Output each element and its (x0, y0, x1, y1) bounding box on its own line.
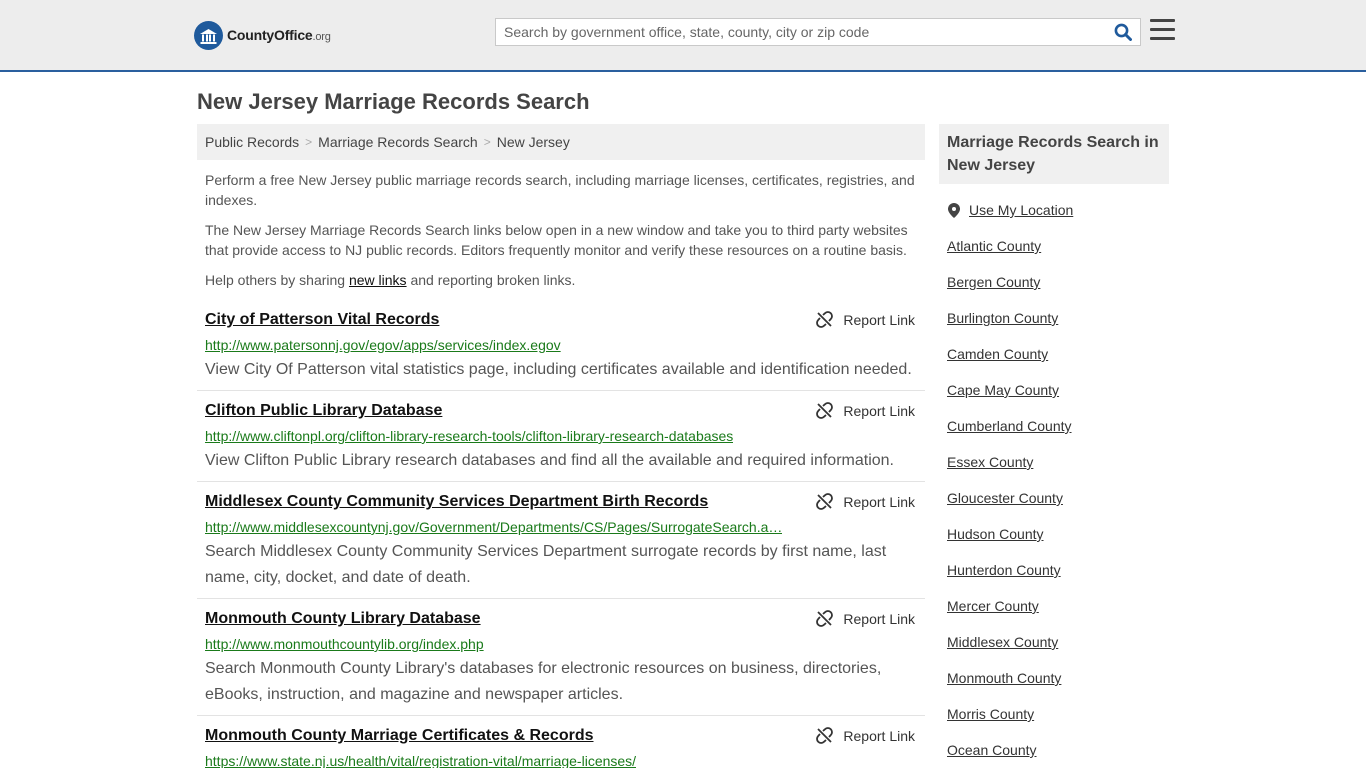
logo-tld: .org (312, 31, 331, 43)
listing-item: Monmouth County Library Database Report … (197, 610, 925, 716)
listing-item: City of Patterson Vital Records Report L… (197, 311, 925, 391)
search-bar (495, 18, 1141, 46)
report-link-label: Report Link (843, 493, 915, 510)
broken-link-icon (816, 311, 834, 328)
listing-title[interactable]: City of Patterson Vital Records (205, 311, 439, 329)
listing-description: Search Middlesex County Community Servic… (205, 543, 887, 586)
listing-title[interactable]: Monmouth County Library Database (205, 610, 481, 628)
logo-seal-icon (194, 20, 223, 50)
new-links-link[interactable]: new links (349, 272, 407, 288)
listing-item: Clifton Public Library Database Report L… (197, 402, 925, 482)
intro-paragraph-3: Help others by sharing new links and rep… (205, 272, 576, 288)
listing-url[interactable]: http://www.patersonnj.gov/egov/apps/serv… (205, 337, 561, 353)
sidebar-county-link[interactable]: Mercer County (947, 598, 1039, 614)
sidebar-county-link[interactable]: Hunterdon County (947, 562, 1061, 578)
sidebar-county-link[interactable]: Monmouth County (947, 670, 1061, 686)
report-link-label: Report Link (843, 727, 915, 744)
sidebar-county-link[interactable]: Atlantic County (947, 238, 1041, 254)
broken-link-icon (816, 402, 834, 419)
use-my-location: Use My Location (948, 202, 1073, 218)
report-link-button[interactable]: Report Link (816, 402, 915, 419)
sidebar-county-link[interactable]: Essex County (947, 454, 1033, 470)
listing-title[interactable]: Clifton Public Library Database (205, 402, 442, 420)
report-link-button[interactable]: Report Link (816, 727, 915, 744)
sidebar-county-link[interactable]: Camden County (947, 346, 1048, 362)
sidebar-county-link[interactable]: Gloucester County (947, 490, 1063, 506)
listing-title[interactable]: Monmouth County Marriage Certificates & … (205, 727, 594, 745)
search-button[interactable] (1106, 19, 1140, 45)
sidebar-county-link[interactable]: Cape May County (947, 382, 1059, 398)
listing-description: Search Monmouth County Library's databas… (205, 660, 882, 703)
breadcrumb-new-jersey[interactable]: New Jersey (497, 134, 570, 150)
breadcrumb: Public Records > Marriage Records Search… (197, 124, 925, 160)
sidebar-county-link[interactable]: Bergen County (947, 274, 1040, 290)
listing-url[interactable]: http://www.cliftonpl.org/clifton-library… (205, 428, 733, 444)
use-my-location-link[interactable]: Use My Location (969, 202, 1073, 218)
hamburger-menu-icon[interactable] (1150, 19, 1175, 41)
broken-link-icon (816, 493, 834, 510)
intro-paragraph-2: The New Jersey Marriage Records Search l… (205, 222, 908, 258)
sidebar-county-link[interactable]: Morris County (947, 706, 1034, 722)
location-pin-icon (948, 202, 960, 218)
page-title: New Jersey Marriage Records Search (197, 89, 590, 114)
listing-item: Monmouth County Marriage Certificates & … (197, 727, 925, 768)
breadcrumb-marriage-records[interactable]: Marriage Records Search (318, 134, 478, 150)
breadcrumb-separator-icon: > (305, 135, 313, 149)
intro-paragraph-1: Perform a free New Jersey public marriag… (205, 172, 915, 208)
sidebar-county-link[interactable]: Hudson County (947, 526, 1044, 542)
report-link-label: Report Link (843, 311, 915, 328)
listing-description: View Clifton Public Library research dat… (205, 452, 894, 469)
breadcrumb-public-records[interactable]: Public Records (205, 134, 299, 150)
site-logo[interactable]: CountyOffice.org (194, 20, 331, 50)
listing-description: View City Of Patterson vital statistics … (205, 361, 912, 378)
logo-name: CountyOffice (227, 27, 313, 43)
report-link-button[interactable]: Report Link (816, 610, 915, 627)
search-input[interactable] (496, 19, 1106, 45)
sidebar-county-link[interactable]: Ocean County (947, 742, 1037, 758)
broken-link-icon (816, 727, 834, 744)
breadcrumb-separator-icon: > (483, 135, 491, 149)
sidebar-county-link[interactable]: Cumberland County (947, 418, 1072, 434)
sidebar-heading: Marriage Records Search in New Jersey (939, 124, 1169, 184)
listing-url[interactable]: http://www.monmouthcountylib.org/index.p… (205, 636, 484, 652)
top-bar: CountyOffice.org (0, 0, 1366, 72)
report-link-label: Report Link (843, 402, 915, 419)
listing-url[interactable]: http://www.middlesexcountynj.gov/Governm… (205, 519, 782, 535)
broken-link-icon (816, 610, 834, 627)
report-link-button[interactable]: Report Link (816, 311, 915, 328)
sidebar-county-link[interactable]: Burlington County (947, 310, 1058, 326)
report-link-label: Report Link (843, 610, 915, 627)
search-icon (1114, 23, 1132, 41)
report-link-button[interactable]: Report Link (816, 493, 915, 510)
listing-url[interactable]: https://www.state.nj.us/health/vital/reg… (205, 753, 636, 768)
sidebar-county-link[interactable]: Middlesex County (947, 634, 1058, 650)
listing-title[interactable]: Middlesex County Community Services Depa… (205, 493, 708, 511)
listing-item: Middlesex County Community Services Depa… (197, 493, 925, 599)
